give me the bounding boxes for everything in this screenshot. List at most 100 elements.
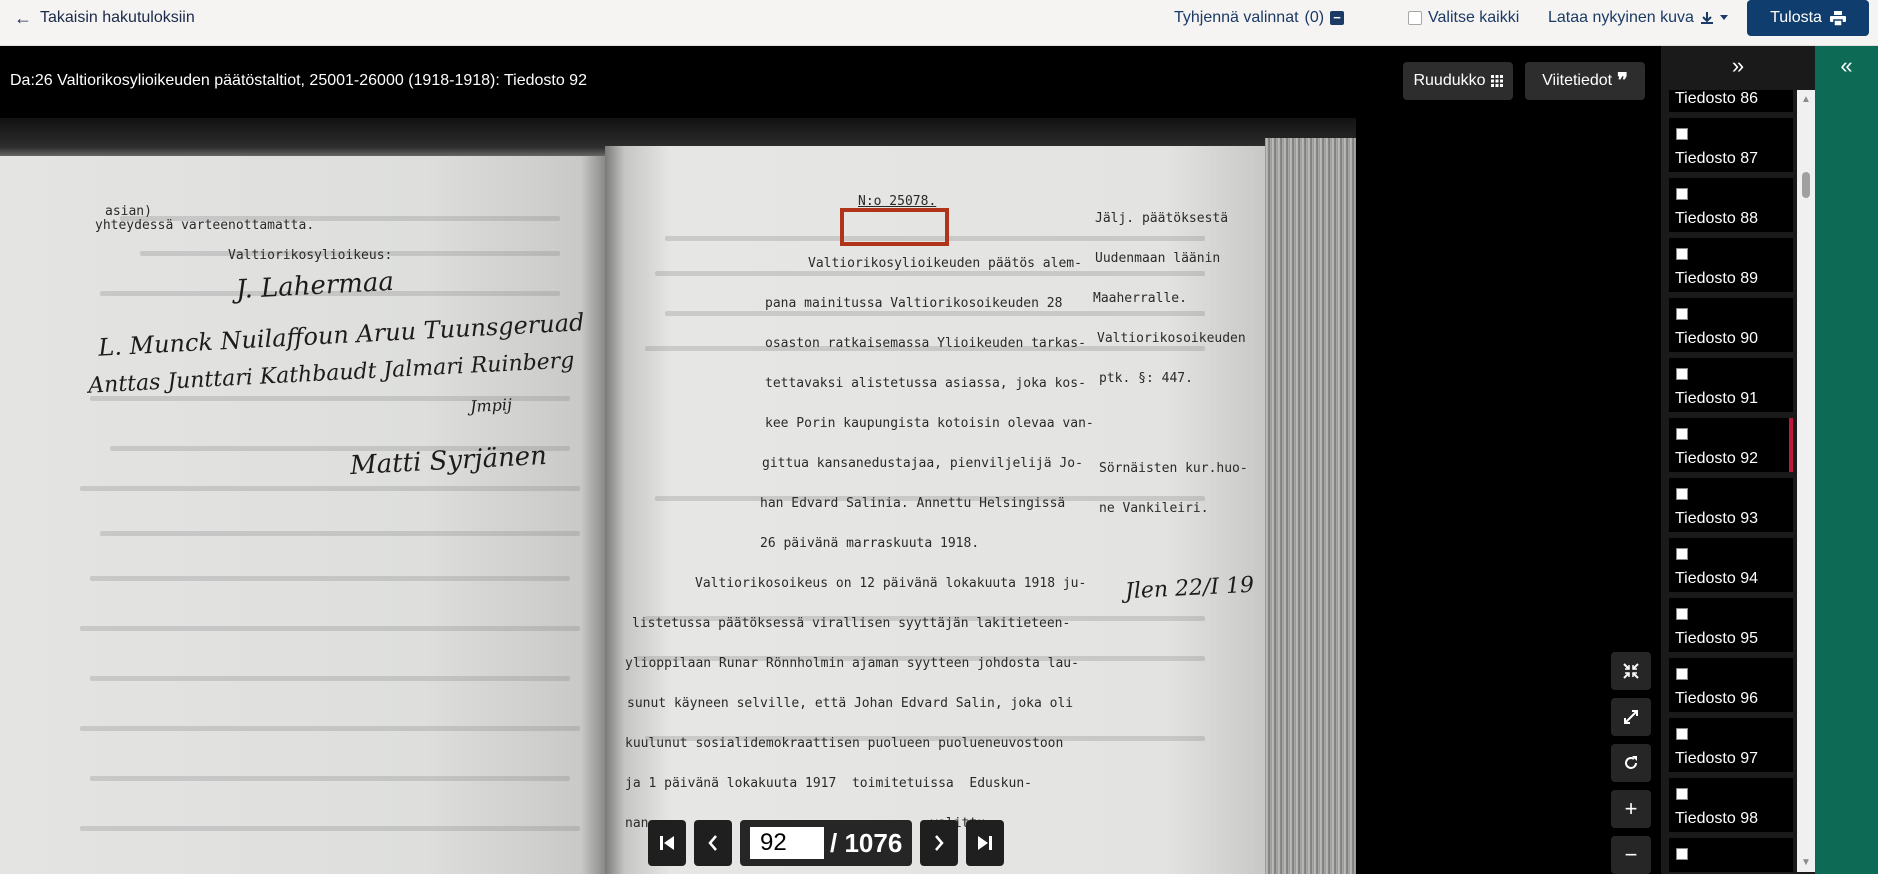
fullscreen-button[interactable] <box>1611 698 1651 736</box>
highlight-box <box>840 208 949 246</box>
thumbnail-checkbox[interactable] <box>1676 848 1688 860</box>
document-scan-image[interactable]: asian) yhteydessä varteenottamatta. Valt… <box>0 118 1356 874</box>
last-page-icon <box>978 836 993 850</box>
back-to-results-link[interactable]: ← Takaisin hakutuloksiin <box>14 0 195 36</box>
print-button[interactable]: Tulosta <box>1747 0 1869 36</box>
thumbnail-item[interactable]: Tiedosto 93 <box>1669 478 1793 532</box>
page-number-input[interactable] <box>750 827 824 859</box>
caret-down-icon <box>1719 15 1728 20</box>
margin-line: Uudenmaan läänin <box>1095 251 1221 266</box>
thumbnail-item-active[interactable]: Tiedosto 92 <box>1669 418 1793 472</box>
margin-line: ne Vankileiri. <box>1099 501 1209 516</box>
top-bar: ← Takaisin hakutuloksiin Tyhjennä valinn… <box>0 0 1878 46</box>
chevrons-right-icon: » <box>1731 53 1745 78</box>
thumbnail-checkbox[interactable] <box>1676 368 1688 380</box>
thumbnail-label: Tiedosto 97 <box>1675 750 1759 767</box>
thumbnail-label: Tiedosto 95 <box>1675 630 1759 647</box>
thumbnail-checkbox[interactable] <box>1676 608 1688 620</box>
thumbnail-item[interactable]: Tiedosto 89 <box>1669 238 1793 292</box>
next-page-button[interactable] <box>920 820 959 866</box>
thumbnail-checkbox[interactable] <box>1676 248 1688 260</box>
print-label: Tulosta <box>1770 9 1822 26</box>
thumbnail-label: Tiedosto 86 <box>1675 90 1759 107</box>
thumbnail-checkbox[interactable] <box>1676 188 1688 200</box>
page-navigation: / 1076 <box>648 820 1005 866</box>
document-title: Da:26 Valtiorikosylioikeuden päätöstalti… <box>10 72 587 89</box>
body-line: pana mainitussa Valtiorikosoikeuden 28 <box>765 296 1063 311</box>
left-typed-line: asian) <box>105 204 152 219</box>
thumbnail-label: Tiedosto 96 <box>1675 690 1759 707</box>
citation-button[interactable]: Viitetiedot ❞ <box>1525 62 1645 100</box>
thumbnail-item[interactable]: Tiedosto 94 <box>1669 538 1793 592</box>
file-number: N:o 25078. <box>858 194 937 209</box>
expand-icon <box>1624 710 1638 724</box>
scrollbar-thumb[interactable] <box>1802 172 1810 198</box>
scroll-up-arrow-icon[interactable]: ▲ <box>1801 94 1811 105</box>
minus-square-icon: − <box>1330 11 1345 25</box>
left-typed-line: Valtiorikosylioikeus: <box>228 248 393 263</box>
fit-screen-button[interactable] <box>1611 652 1651 690</box>
body-line: ylioppilaan Runar Rönnholmin ajaman syyt… <box>625 656 1079 671</box>
thumbnail-checkbox[interactable] <box>1676 668 1688 680</box>
thumbnail-item[interactable]: Tiedosto 91 <box>1669 358 1793 412</box>
zoom-out-button[interactable]: − <box>1611 836 1651 874</box>
thumbnail-item[interactable]: Tiedosto 98 <box>1669 778 1793 832</box>
thumbnail-checkbox[interactable] <box>1676 308 1688 320</box>
thumbnail-label: Tiedosto 93 <box>1675 510 1759 527</box>
clear-selections-button[interactable]: Tyhjennä valinnat (0) − <box>1174 0 1345 36</box>
thumbnail-item[interactable]: Tiedosto 96 <box>1669 658 1793 712</box>
body-line: listetussa päätöksessä virallisen syyttä… <box>632 616 1071 631</box>
body-line: kee Porin kaupungista kotoisin olevaa va… <box>765 416 1094 431</box>
thumbnail-item[interactable]: Tiedosto 97 <box>1669 718 1793 772</box>
thumbnail-checkbox[interactable] <box>1676 548 1688 560</box>
thumbnail-checkbox[interactable] <box>1676 128 1688 140</box>
clear-selections-label: Tyhjennä valinnat <box>1174 9 1299 26</box>
thumbnail-checkbox[interactable] <box>1676 428 1688 440</box>
grid-view-button[interactable]: Ruudukko <box>1403 62 1513 100</box>
page-indicator: / 1076 <box>740 820 913 866</box>
thumbnail-item[interactable]: Tiedosto 88 <box>1669 178 1793 232</box>
thumbnail-label: Tiedosto 87 <box>1675 150 1759 167</box>
thumbnail-item[interactable]: Tiedosto 95 <box>1669 598 1793 652</box>
scroll-down-arrow-icon[interactable]: ▼ <box>1801 857 1811 868</box>
thumbnail-label: Tiedosto 90 <box>1675 330 1759 347</box>
thumbnail-item[interactable] <box>1669 838 1793 872</box>
margin-line: ptk. §: 447. <box>1099 371 1193 386</box>
chevrons-left-icon: « <box>1840 53 1853 78</box>
margin-line: Maaherralle. <box>1093 291 1187 306</box>
margin-line: Sörnäisten kur.huo- <box>1099 461 1248 476</box>
citation-label: Viitetiedot <box>1542 72 1613 89</box>
thumbnail-item[interactable]: Tiedosto 87 <box>1669 118 1793 172</box>
thumbnail-item[interactable]: Tiedosto 86 <box>1669 90 1793 112</box>
rotate-button[interactable] <box>1611 744 1651 782</box>
thumbnail-scrollbar[interactable]: ▲ ▼ <box>1797 90 1815 872</box>
body-line: kuulunut sosialidemokraattisen puolueen … <box>625 736 1064 751</box>
margin-line: Jälj. päätöksestä <box>1095 211 1229 226</box>
collapse-thumbnails-button[interactable]: » <box>1661 46 1815 86</box>
select-all-label: Valitse kaikki <box>1428 9 1520 26</box>
download-icon <box>1700 12 1713 24</box>
first-page-button[interactable] <box>648 820 686 866</box>
right-page: N:o 25078. Valtiorikosylioikeuden päätös… <box>605 146 1265 874</box>
image-viewer[interactable]: asian) yhteydessä varteenottamatta. Valt… <box>0 118 1660 874</box>
body-line: ja 1 päivänä lokakuuta 1917 toimitetuiss… <box>625 776 1032 791</box>
zoom-in-button[interactable]: + <box>1611 790 1651 828</box>
quote-icon: ❞ <box>1617 70 1628 92</box>
select-all-checkbox-box[interactable] <box>1408 11 1422 25</box>
thumbnail-item[interactable]: Tiedosto 90 <box>1669 298 1793 352</box>
previous-page-button[interactable] <box>694 820 732 866</box>
select-all-checkbox[interactable]: Valitse kaikki <box>1408 0 1519 36</box>
thumbnail-checkbox[interactable] <box>1676 788 1688 800</box>
back-link-label: Takaisin hakutuloksiin <box>40 9 195 26</box>
body-line: gittua kansanedustajaa, pienviljelijä Jo… <box>762 456 1083 471</box>
download-current-image-dropdown[interactable]: Lataa nykyinen kuva <box>1548 0 1728 36</box>
last-page-button[interactable] <box>966 820 1005 866</box>
plus-icon: + <box>1624 796 1638 821</box>
thumbnail-label: Tiedosto 94 <box>1675 570 1759 587</box>
thumbnail-checkbox[interactable] <box>1676 728 1688 740</box>
selection-count: (0) <box>1304 9 1325 26</box>
expand-info-panel-button[interactable]: « <box>1815 46 1878 86</box>
thumbnail-checkbox[interactable] <box>1676 488 1688 500</box>
document-header: Da:26 Valtiorikosylioikeuden päätöstalti… <box>0 46 1660 118</box>
thumbnail-list[interactable]: Tiedosto 86 Tiedosto 87 Tiedosto 88 Tied… <box>1669 90 1793 872</box>
